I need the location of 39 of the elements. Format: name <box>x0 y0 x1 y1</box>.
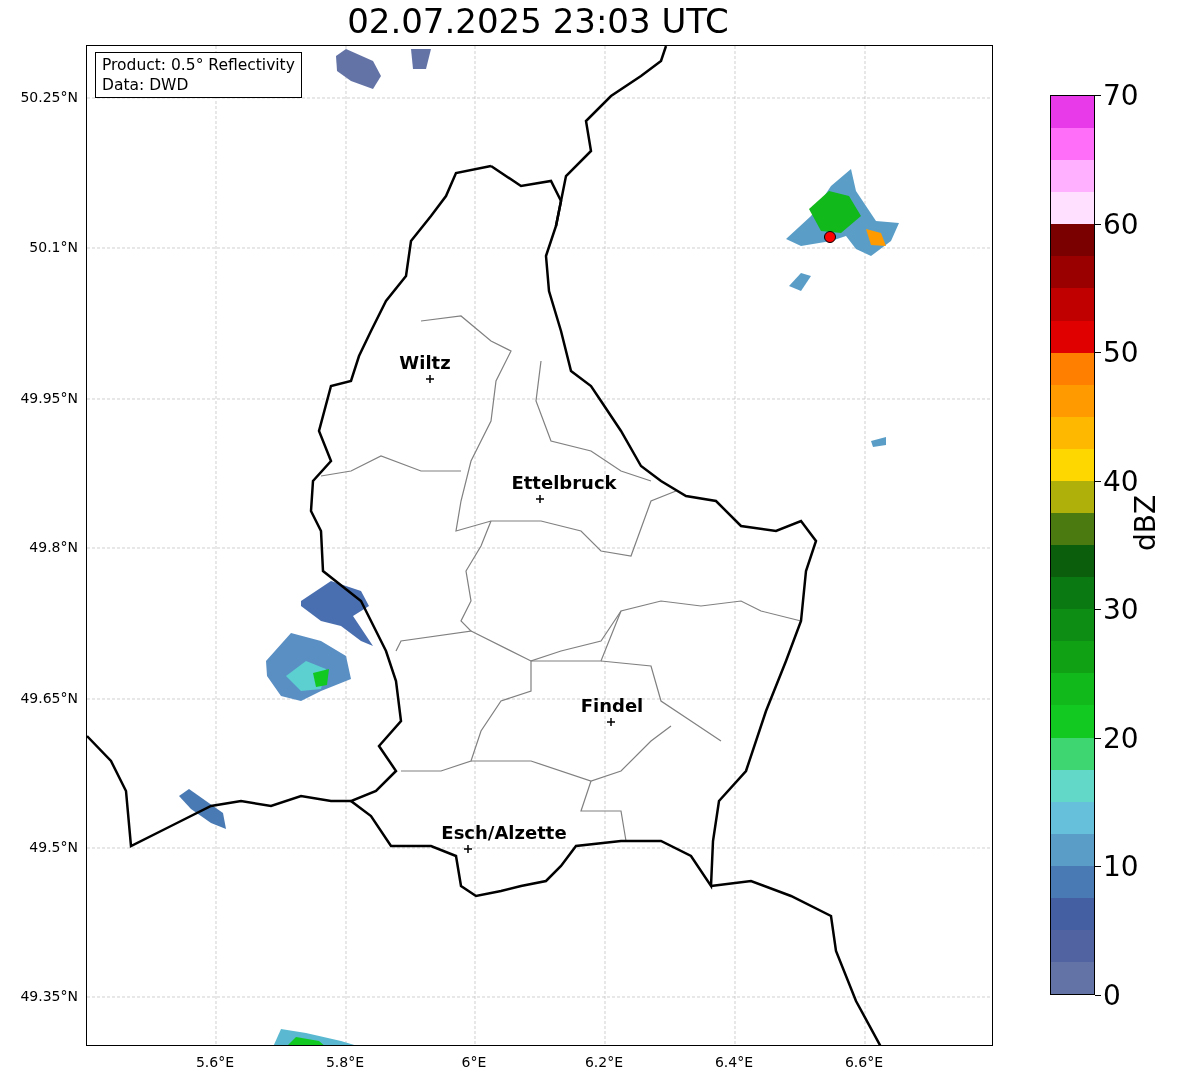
latitude-label: 49.65°N <box>20 690 78 706</box>
latitude-label: 50.1°N <box>29 239 78 255</box>
radar-echo <box>871 437 886 447</box>
longitude-label: 6°E <box>461 1054 487 1070</box>
radar-echo <box>789 273 811 291</box>
city-marker-icon <box>463 844 473 854</box>
scale-tick-label: 70 <box>1103 78 1139 112</box>
info-text: Data: DWD <box>102 75 190 95</box>
latitude-label: 49.5°N <box>29 839 78 855</box>
city-marker-icon <box>425 374 435 384</box>
scale-tick-label: 20 <box>1103 721 1139 755</box>
city-label: Esch/Alzette <box>441 822 567 843</box>
radar-site-marker <box>824 231 836 243</box>
radar-echo <box>179 789 226 829</box>
scale-tick-label: 0 <box>1103 978 1121 1012</box>
latitude-label: 49.35°N <box>20 988 78 1004</box>
chart-title: 02.07.2025 23:03 UTC <box>347 0 729 43</box>
latitude-label: 49.8°N <box>29 539 78 555</box>
city-label: Ettelbruck <box>511 472 617 493</box>
latitude-label: 49.95°N <box>20 390 78 406</box>
longitude-label: 5.6°E <box>195 1054 235 1070</box>
city-label: Findel <box>580 695 644 716</box>
radar-echo <box>336 49 381 89</box>
radar-echo <box>411 49 431 69</box>
longitude-label: 6.6°E <box>844 1054 884 1070</box>
longitude-label: 6.2°E <box>584 1054 624 1070</box>
latitude-label: 50.25°N <box>20 89 78 105</box>
radar-echo <box>301 581 373 646</box>
city-marker-icon <box>535 494 545 504</box>
longitude-label: 6.4°E <box>714 1054 754 1070</box>
city-label: Wiltz <box>399 352 451 373</box>
longitude-label: 5.8°E <box>325 1054 365 1070</box>
city-marker-icon <box>606 717 616 727</box>
scale-tick-label: 30 <box>1103 592 1139 626</box>
scale-tick-label: 50 <box>1103 335 1139 369</box>
info-text: Product: 0.5° Reflectivity <box>102 55 295 75</box>
scale-tick-label: 60 <box>1103 207 1139 241</box>
scale-unit-label: dBZ <box>1128 494 1162 552</box>
scale-tick-label: 10 <box>1103 849 1139 883</box>
